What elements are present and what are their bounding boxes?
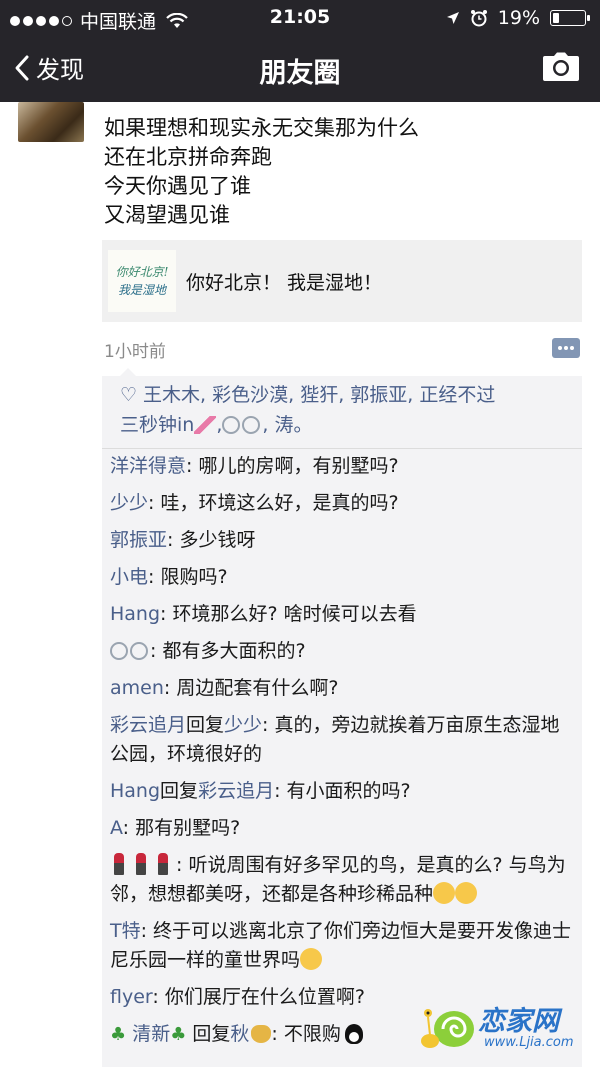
comment-author[interactable]: T特 — [110, 920, 141, 942]
nav-bar: 发现 朋友圈 — [0, 36, 600, 102]
status-right: 19% — [446, 7, 590, 29]
post-timestamp: 1小时前 — [104, 342, 166, 362]
ring-emoji-icon — [110, 642, 128, 660]
clover-emoji-icon: ♣ — [170, 1024, 187, 1045]
reply-label: 回复 — [160, 780, 199, 802]
ring-emoji-icon — [222, 416, 241, 434]
likes-names[interactable]: 王木木, 彩色沙漠, 狴犴, 郭振亚, 正经不过 — [143, 384, 495, 406]
lipstick-emoji-icon — [136, 853, 146, 875]
comment-text: : 限购吗? — [148, 566, 228, 588]
comment-text: : 终于可以逃离北京了你们旁边恒大是要开发像迪士尼乐园一样的童世界吗 — [110, 920, 572, 971]
alarm-clock-icon — [470, 10, 487, 27]
likes-names[interactable]: , 涛。 — [262, 414, 312, 436]
comment-author[interactable]: Hang — [110, 603, 160, 625]
comment[interactable]: A: 那有别墅吗? — [110, 814, 578, 843]
comment-author[interactable]: Hang — [110, 780, 160, 802]
comment-text: : 多少钱呀 — [167, 529, 256, 551]
reply-target[interactable]: 秋 — [230, 1023, 249, 1045]
lipstick-emoji-icon — [158, 853, 168, 875]
penguin-emoji-icon — [344, 1024, 363, 1044]
watermark-url: www.Ljia.com — [484, 1035, 574, 1050]
thumbnail-text-line: 我是湿地 — [117, 283, 166, 297]
comment[interactable]: : 听说周围有好多罕见的鸟，是真的么? 与鸟为邻，想想都美呀，还都是各种珍稀品种 — [110, 851, 578, 909]
clover-emoji-icon: ♣ — [110, 1024, 127, 1045]
comment[interactable]: 洋洋得意: 哪儿的房啊，有别墅吗? — [110, 452, 578, 481]
smiling-face-emoji-icon — [455, 882, 478, 904]
likes-names[interactable]: 三秒钟in — [120, 414, 194, 436]
comment-menu-button[interactable] — [552, 338, 580, 358]
comment-text: : 不限购 — [271, 1023, 341, 1045]
ring-emoji-icon — [242, 416, 261, 434]
avatar[interactable] — [18, 102, 84, 142]
comment[interactable]: : 都有多大面积的? — [110, 637, 578, 666]
comment-text: : 你们展厅在什么位置啊? — [152, 986, 365, 1008]
comment-author[interactable]: 洋洋得意 — [110, 455, 186, 477]
page-title: 朋友圈 — [259, 58, 341, 89]
camera-icon — [543, 52, 579, 81]
comment[interactable]: 郭振亚: 多少钱呀 — [110, 526, 578, 555]
watermark-brand: 恋家网 — [478, 1006, 559, 1037]
heart-icon: ♡ — [120, 384, 138, 406]
comment-text: : 哪儿的房啊，有别墅吗? — [186, 455, 399, 477]
camera-button[interactable] — [542, 52, 580, 86]
comment[interactable]: Hang回复彩云追月: 有小面积的吗? — [110, 777, 578, 806]
comment-author[interactable]: amen — [110, 677, 164, 699]
comment-text: : 有小面积的吗? — [274, 780, 411, 802]
comment[interactable]: 少少: 哇，环境这么好，是真的吗? — [110, 489, 578, 518]
comment-author[interactable]: 少少 — [110, 492, 148, 514]
reply-target[interactable]: 彩云追月 — [198, 780, 274, 802]
location-arrow-icon — [446, 12, 459, 24]
comment-author[interactable]: flyer — [110, 986, 152, 1008]
comment[interactable]: T特: 终于可以逃离北京了你们旁边恒大是要开发像迪士尼乐园一样的童世界吗 — [110, 917, 578, 975]
shared-link-card[interactable]: 你好北京! 我是湿地 你好北京！ 我是湿地！ — [102, 240, 582, 322]
link-thumbnail: 你好北京! 我是湿地 — [108, 250, 176, 312]
post-line: 还在北京拼命奔跑 — [104, 145, 272, 169]
snail-logo-icon — [421, 1009, 474, 1048]
comment-text: : 哇，环境这么好，是真的吗? — [148, 492, 399, 514]
status-bar: 中国联通 21:05 19% — [0, 0, 600, 36]
comment-author[interactable]: 清新 — [132, 1023, 170, 1045]
post-line: 如果理想和现实永无交集那为什么 — [104, 116, 419, 140]
comment-text: : 周边配套有什么啊? — [163, 677, 339, 699]
high-heel-emoji-icon — [194, 416, 217, 434]
thumbnail-text-line: 你好北京! — [115, 265, 169, 279]
post-line: 又渴望遇见谁 — [104, 203, 230, 227]
comment-author[interactable]: 小电 — [110, 566, 148, 588]
site-watermark: 恋家网 www.Ljia.com — [420, 995, 590, 1057]
comment-text: : 听说周围有好多罕见的鸟，是真的么? 与鸟为邻，想想都美呀，还都是各种珍稀品种 — [110, 854, 566, 905]
reply-target[interactable]: 少少 — [224, 714, 262, 736]
comment-text: : 都有多大面积的? — [150, 640, 306, 662]
lipstick-emoji-icon — [114, 853, 124, 875]
comment[interactable]: amen: 周边配套有什么啊? — [110, 674, 578, 703]
comment-text: : 那有别墅吗? — [122, 817, 241, 839]
ring-emoji-icon — [130, 642, 148, 660]
interaction-panel: ♡ 王木木, 彩色沙漠, 狴犴, 郭振亚, 正经不过 三秒钟in,, 涛。 洋洋得… — [102, 368, 582, 1067]
comment[interactable]: 小电: 限购吗? — [110, 563, 578, 592]
divider — [102, 448, 582, 449]
cat-emoji-icon — [251, 1025, 272, 1043]
post-line: 今天你遇见了谁 — [104, 174, 251, 198]
comment-author[interactable]: A — [110, 817, 123, 839]
comment[interactable]: Hang: 环境那么好? 啥时候可以去看 — [110, 600, 578, 629]
comments-list: 洋洋得意: 哪儿的房啊，有别墅吗? 少少: 哇，环境这么好，是真的吗? 郭振亚:… — [110, 452, 578, 1057]
comment-author[interactable]: 郭振亚 — [110, 529, 167, 551]
likes-list: ♡ 王木木, 彩色沙漠, 狴犴, 郭振亚, 正经不过 三秒钟in,, 涛。 — [120, 380, 576, 440]
battery-percent: 19% — [497, 7, 540, 29]
reply-label: 回复 — [186, 714, 225, 736]
link-title: 你好北京！ 我是湿地！ — [186, 271, 383, 294]
comment[interactable]: 彩云追月回复少少: 真的，旁边就挨着万亩原生态湿地公园，环境很好的 — [110, 711, 578, 769]
comment-text: : 环境那么好? 啥时候可以去看 — [160, 603, 417, 625]
reply-label: 回复 — [192, 1023, 231, 1045]
battery-icon — [550, 10, 590, 26]
post-text: 如果理想和现实永无交集那为什么 还在北京拼命奔跑 今天你遇见了谁 又渴望遇见谁 — [104, 114, 419, 230]
face-emoji-icon — [300, 948, 323, 970]
smiling-face-emoji-icon — [433, 882, 456, 904]
comment-author[interactable]: 彩云追月 — [110, 714, 186, 736]
